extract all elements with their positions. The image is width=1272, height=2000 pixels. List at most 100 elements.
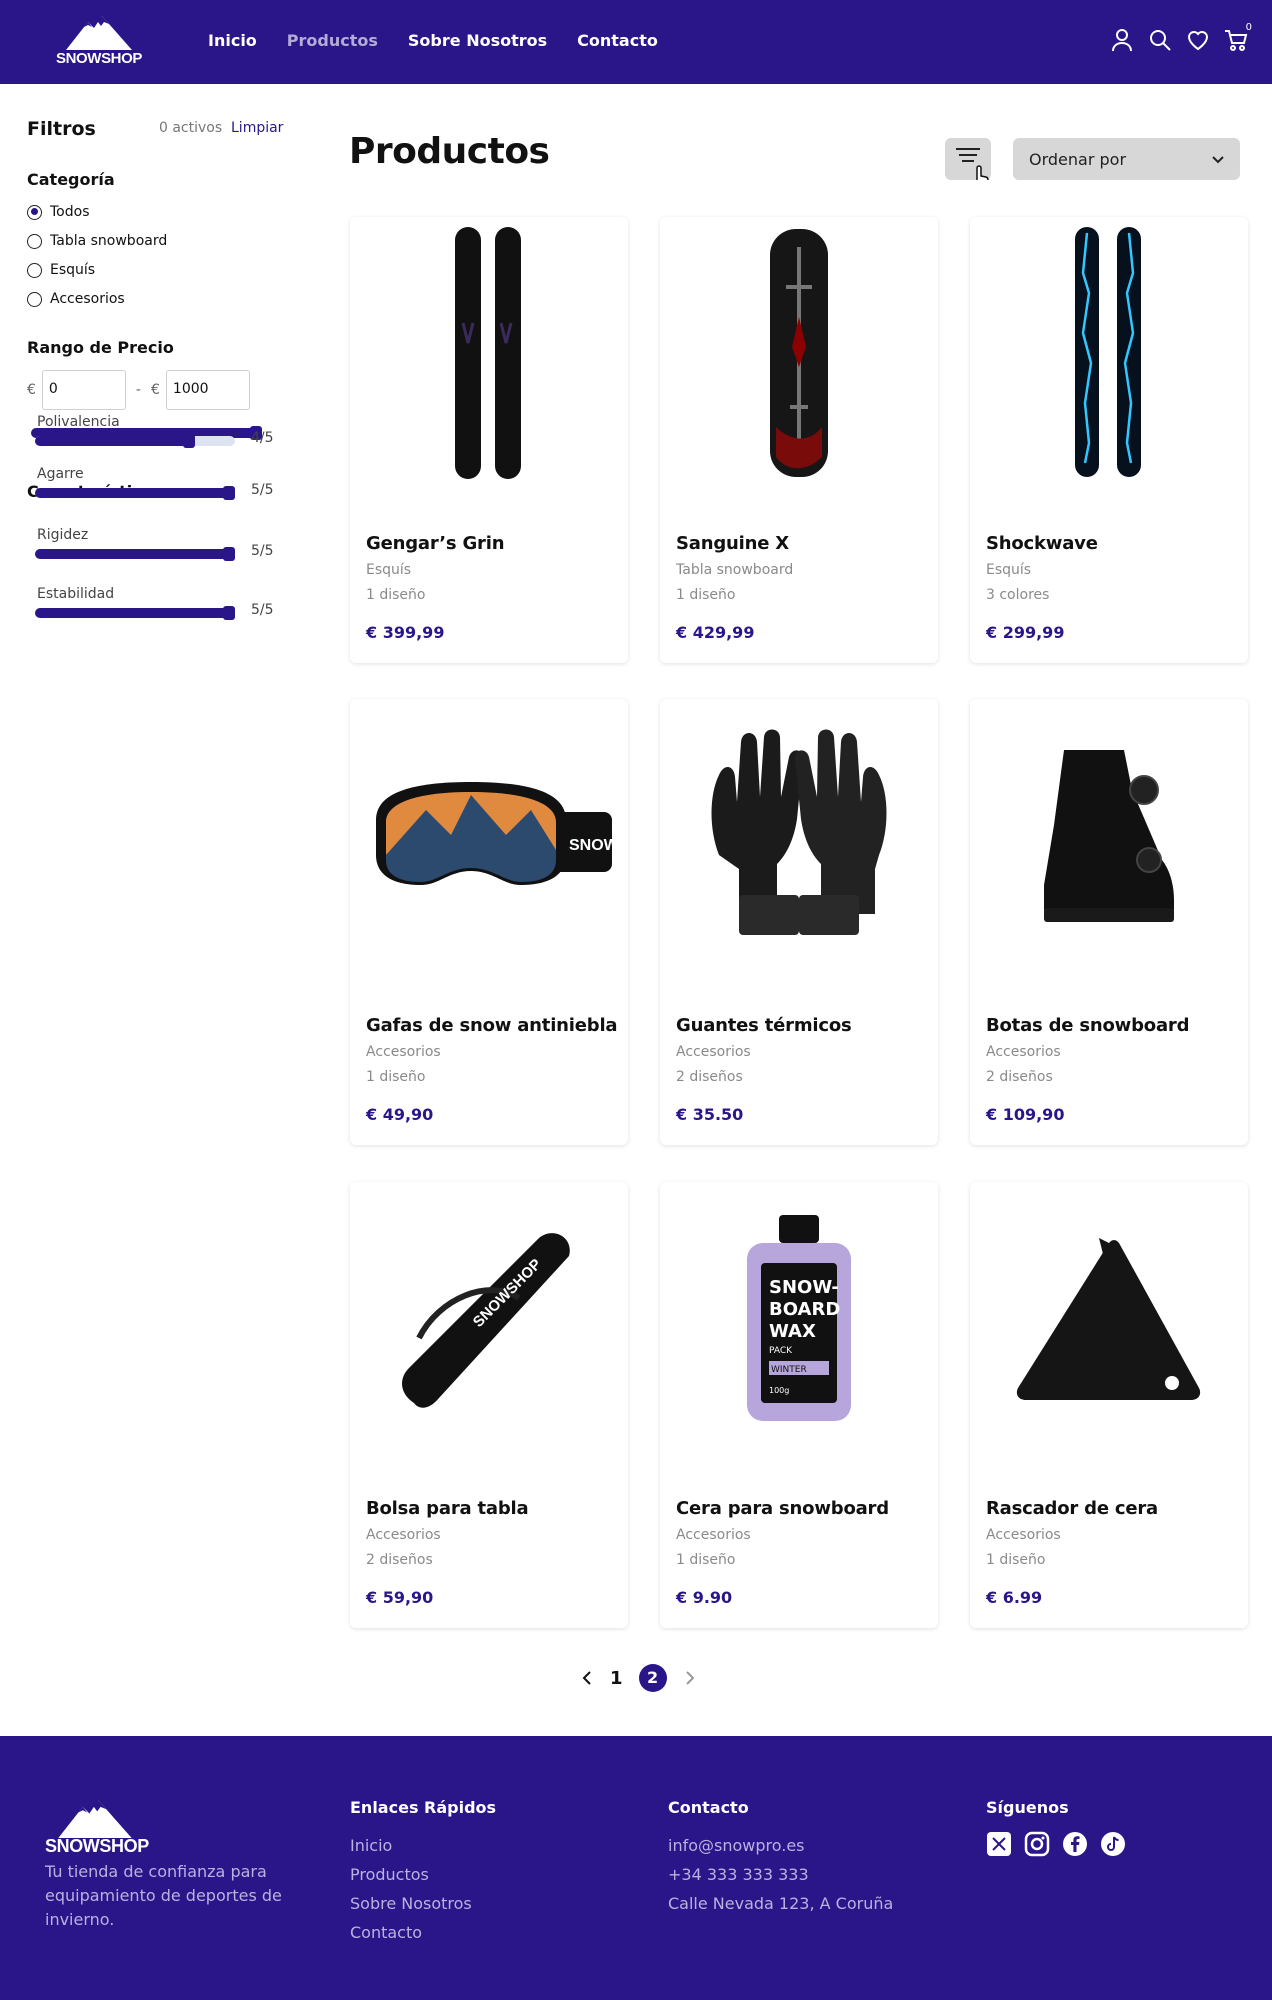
price-separator: - bbox=[135, 382, 141, 398]
wax-weight-text: 100g bbox=[769, 1386, 789, 1395]
feature-slider-handle[interactable] bbox=[223, 606, 235, 620]
product-card[interactable]: Botas de snowboard Accesorios 2 diseños € 1… bbox=[970, 699, 1248, 1145]
product-name[interactable]: Sanguine X bbox=[676, 533, 789, 554]
product-price: € 109,90 bbox=[986, 1105, 1065, 1124]
footer-link-contacto[interactable]: Contacto bbox=[350, 1918, 496, 1947]
radio-icon[interactable] bbox=[27, 233, 42, 249]
product-card[interactable]: Rascador de cera Accesorios 1 diseño € 6.99 bbox=[970, 1182, 1248, 1628]
nav-productos[interactable]: Productos bbox=[287, 31, 378, 50]
feature-label: Estabilidad bbox=[37, 586, 115, 602]
radio-icon[interactable] bbox=[27, 291, 42, 307]
site-footer: SNOWSHOP Tu tienda de confianza para equ… bbox=[0, 1736, 1272, 2000]
page-1-link[interactable]: 1 bbox=[610, 1668, 623, 1689]
product-card[interactable]: Sanguine X Tabla snowboard 1 diseño € 429,9… bbox=[660, 217, 938, 663]
snowboard-red-icon[interactable] bbox=[670, 223, 928, 483]
header-icons: 0 bbox=[1110, 22, 1252, 52]
product-price: € 35.50 bbox=[676, 1105, 744, 1124]
feature-value: 5/5 bbox=[251, 482, 274, 498]
board-bag-icon[interactable]: SNOWSHOP bbox=[360, 1188, 618, 1448]
mountain-logo-icon bbox=[66, 16, 132, 50]
cart-icon[interactable]: 0 bbox=[1224, 22, 1252, 52]
boot-icon[interactable] bbox=[980, 705, 1238, 965]
feature-slider-handle[interactable] bbox=[223, 486, 235, 500]
contact-email[interactable]: info@snowpro.es bbox=[668, 1831, 893, 1860]
wax-label-line: WAX bbox=[769, 1321, 816, 1342]
feature-slider[interactable] bbox=[35, 606, 235, 620]
price-inputs: € 0 - € 1000 bbox=[27, 370, 250, 410]
gloves-icon[interactable] bbox=[670, 705, 928, 965]
product-name[interactable]: Shockwave bbox=[986, 533, 1098, 554]
footer-logo[interactable]: SNOWSHOP bbox=[45, 1798, 149, 1858]
product-card[interactable]: Guantes térmicos Accesorios 2 diseños € 35.… bbox=[660, 699, 938, 1145]
currency-label: € bbox=[27, 382, 36, 398]
radio-icon[interactable] bbox=[27, 262, 42, 278]
category-option-esquis[interactable]: Esquís bbox=[27, 262, 95, 278]
footer-link-sobre-nosotros[interactable]: Sobre Nosotros bbox=[350, 1889, 496, 1918]
category-option-accesorios[interactable]: Accesorios bbox=[27, 291, 125, 307]
user-icon[interactable] bbox=[1110, 28, 1134, 52]
wax-label-line: BOARD bbox=[769, 1299, 840, 1320]
skis-lightning-icon[interactable] bbox=[980, 223, 1238, 483]
feature-slider[interactable] bbox=[35, 486, 235, 500]
sort-dropdown[interactable]: Ordenar por bbox=[1013, 138, 1240, 180]
feature-value: 5/5 bbox=[251, 602, 274, 618]
product-card[interactable]: Shockwave Esquís 3 colores € 299,99 bbox=[970, 217, 1248, 663]
logo[interactable]: SNOWSHOP bbox=[56, 14, 142, 70]
chevron-left-icon[interactable] bbox=[580, 1669, 594, 1687]
wax-pack-text: PACK bbox=[769, 1346, 793, 1356]
product-category: Tabla snowboard bbox=[676, 562, 794, 578]
feature-slider-fill bbox=[35, 436, 195, 446]
feature-slider-handle[interactable] bbox=[183, 434, 195, 448]
quick-links: Enlaces Rápidos Inicio Productos Sobre N… bbox=[350, 1798, 496, 1947]
product-name[interactable]: Rascador de cera bbox=[986, 1498, 1158, 1519]
page-2-current[interactable]: 2 bbox=[638, 1664, 667, 1692]
radio-selected-icon[interactable] bbox=[27, 204, 42, 220]
clear-filters-link[interactable]: Limpiar bbox=[231, 120, 283, 136]
nav-contacto[interactable]: Contacto bbox=[577, 31, 658, 50]
product-name[interactable]: Botas de snowboard bbox=[986, 1015, 1189, 1036]
feature-slider[interactable] bbox=[35, 547, 235, 561]
footer-link-inicio[interactable]: Inicio bbox=[350, 1831, 496, 1860]
heart-icon[interactable] bbox=[1186, 28, 1210, 52]
product-price: € 299,99 bbox=[986, 623, 1065, 642]
product-card[interactable]: Gengar’s Grin Esquís 1 diseño € 399,99 bbox=[350, 217, 628, 663]
search-icon[interactable] bbox=[1148, 28, 1172, 52]
product-name[interactable]: Cera para snowboard bbox=[676, 1498, 889, 1519]
product-card[interactable]: SNOWSHOP Gafas de snow antiniebla Accesori… bbox=[350, 699, 628, 1145]
contact-heading: Contacto bbox=[668, 1798, 749, 1817]
category-option-todos[interactable]: Todos bbox=[27, 204, 89, 220]
feature-slider-fill bbox=[35, 608, 235, 618]
nav-sobre-nosotros[interactable]: Sobre Nosotros bbox=[408, 31, 547, 50]
nav-inicio[interactable]: Inicio bbox=[208, 31, 257, 50]
tiktok-icon[interactable] bbox=[1100, 1831, 1126, 1857]
main-nav: Inicio Productos Sobre Nosotros Contacto bbox=[208, 31, 658, 50]
filter-lines-icon bbox=[956, 148, 989, 186]
product-variants: 2 diseños bbox=[986, 1069, 1053, 1085]
filter-toggle-button[interactable] bbox=[945, 138, 991, 186]
page-title: Productos bbox=[349, 131, 550, 172]
instagram-icon[interactable] bbox=[1024, 1831, 1050, 1857]
product-name[interactable]: Bolsa para tabla bbox=[366, 1498, 529, 1519]
product-name[interactable]: Guantes térmicos bbox=[676, 1015, 852, 1036]
goggles-icon[interactable]: SNOWSHOP bbox=[360, 705, 618, 965]
wax-bottle-icon[interactable]: SNOW- BOARD WAX PACK WINTER 100g bbox=[670, 1188, 928, 1448]
product-category: Esquís bbox=[366, 562, 412, 578]
product-card[interactable]: SNOWSHOP Bolsa para tabla Accesorios 2 dise… bbox=[350, 1182, 628, 1628]
feature-slider[interactable] bbox=[35, 434, 235, 448]
facebook-icon[interactable] bbox=[1062, 1831, 1088, 1857]
product-variants: 1 diseño bbox=[676, 1552, 736, 1568]
category-option-tabla-snowboard[interactable]: Tabla snowboard bbox=[27, 233, 167, 249]
wax-scraper-icon[interactable] bbox=[980, 1188, 1238, 1448]
chevron-right-icon[interactable] bbox=[683, 1669, 697, 1687]
product-name[interactable]: Gafas de snow antiniebla bbox=[366, 1015, 618, 1036]
product-name[interactable]: Gengar’s Grin bbox=[366, 533, 505, 554]
product-category: Accesorios bbox=[676, 1527, 751, 1543]
product-category: Esquís bbox=[986, 562, 1032, 578]
price-min-input[interactable]: 0 bbox=[41, 370, 126, 410]
x-icon[interactable] bbox=[986, 1831, 1012, 1857]
footer-link-productos[interactable]: Productos bbox=[350, 1860, 496, 1889]
product-card[interactable]: SNOW- BOARD WAX PACK WINTER 100g Cera para sno… bbox=[660, 1182, 938, 1628]
skis-dark-icon[interactable] bbox=[360, 223, 618, 483]
price-max-input[interactable]: 1000 bbox=[165, 370, 250, 410]
feature-slider-handle[interactable] bbox=[223, 547, 235, 561]
